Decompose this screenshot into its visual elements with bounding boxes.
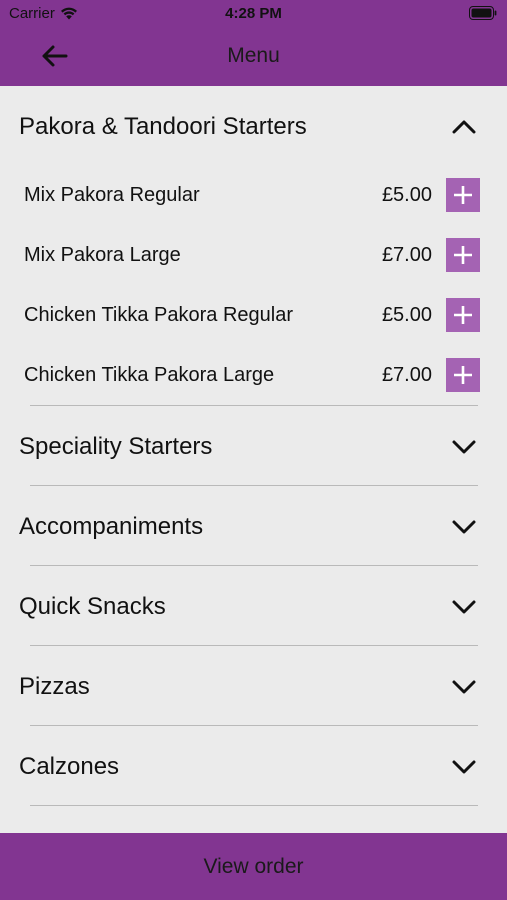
add-item-button[interactable] — [446, 358, 480, 392]
status-bar: Carrier 4:28 PM — [0, 0, 507, 28]
app-header: Carrier 4:28 PM Menu — [0, 0, 507, 86]
plus-icon — [454, 246, 472, 264]
chevron-down-icon — [452, 760, 476, 774]
view-order-label: View order — [203, 854, 304, 878]
plus-icon — [454, 366, 472, 384]
item-name: Chicken Tikka Pakora Large — [24, 364, 275, 386]
menu-item-row: Mix Pakora Large £7.00 — [0, 226, 507, 286]
item-name: Mix Pakora Large — [24, 244, 181, 266]
item-price: £5.00 — [381, 304, 432, 326]
page-title: Menu — [227, 44, 280, 67]
add-item-button[interactable] — [446, 178, 480, 212]
chevron-down-icon — [452, 600, 476, 614]
item-price: £5.00 — [381, 184, 432, 206]
menu-item-row: Chicken Tikka Pakora Large £7.00 — [0, 346, 507, 406]
plus-icon — [454, 306, 472, 324]
navigation-bar: Menu — [0, 36, 507, 76]
item-name: Chicken Tikka Pakora Regular — [24, 304, 294, 326]
section-header-quick-snacks[interactable]: Quick Snacks — [0, 566, 507, 646]
section-header-speciality-starters[interactable]: Speciality Starters — [0, 406, 507, 486]
section-title: Calzones — [19, 753, 120, 780]
plus-icon — [454, 186, 472, 204]
chevron-down-icon — [452, 680, 476, 694]
chevron-down-icon — [452, 440, 476, 454]
section-header-accompaniments[interactable]: Accompaniments — [0, 486, 507, 566]
section-title: Accompaniments — [19, 513, 204, 540]
battery-icon — [469, 6, 497, 20]
section-header-calzones[interactable]: Calzones — [0, 726, 507, 806]
section-title: Pakora & Tandoori Starters — [19, 113, 307, 140]
section-header-pizzas[interactable]: Pizzas — [0, 646, 507, 726]
menu-item-row: Mix Pakora Regular £5.00 — [0, 166, 507, 226]
menu-item-row: Chicken Tikka Pakora Regular £5.00 — [0, 286, 507, 346]
section-header-pakora-tandoori-starters[interactable]: Pakora & Tandoori Starters — [0, 86, 507, 166]
clock: 4:28 PM — [225, 5, 282, 22]
menu-list: Pakora & Tandoori Starters Mix Pakora Re… — [0, 86, 507, 833]
chevron-up-icon — [452, 120, 476, 134]
view-order-button[interactable]: View order — [0, 833, 507, 900]
item-name: Mix Pakora Regular — [24, 184, 200, 206]
add-item-button[interactable] — [446, 298, 480, 332]
chevron-down-icon — [452, 520, 476, 534]
section-title: Speciality Starters — [19, 433, 213, 460]
item-price: £7.00 — [381, 244, 432, 266]
add-item-button[interactable] — [446, 238, 480, 272]
item-price: £7.00 — [381, 364, 432, 386]
section-title: Quick Snacks — [19, 593, 166, 620]
section-divider — [30, 805, 478, 806]
section-title: Pizzas — [19, 673, 90, 700]
